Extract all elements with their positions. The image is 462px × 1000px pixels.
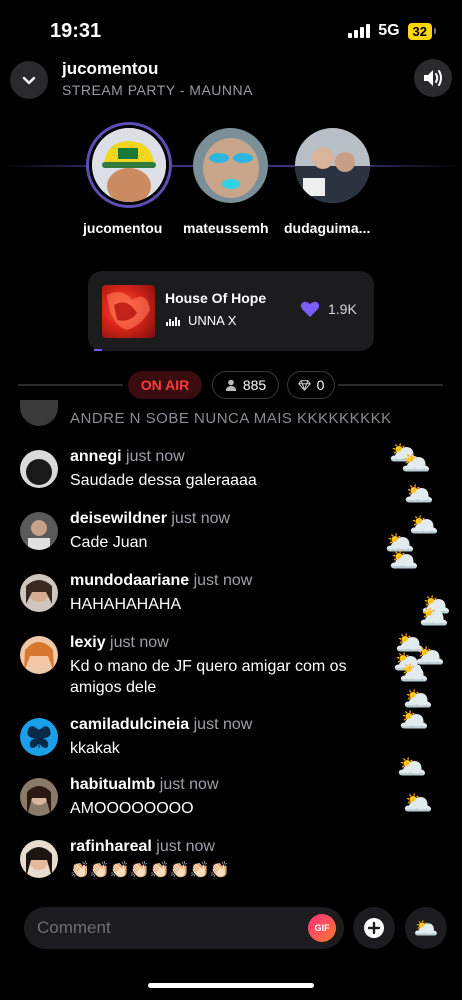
- status-bar: 19:31 5G 32: [0, 0, 462, 60]
- comment-placeholder: Comment: [37, 918, 111, 937]
- track-title: House Of Hope: [165, 290, 267, 306]
- person-icon: [225, 379, 237, 391]
- avatar: [92, 128, 166, 202]
- message-text: Cade Juan: [70, 534, 148, 551]
- message-author[interactable]: rafinhareal just now: [70, 838, 215, 856]
- like-button[interactable]: 1.9K: [300, 300, 357, 318]
- avatar[interactable]: [20, 778, 58, 816]
- message-author[interactable]: habitualmb just now: [70, 776, 219, 794]
- comment-input[interactable]: Comment GIF: [24, 907, 344, 949]
- chevron-down-icon: [22, 76, 36, 85]
- signal-icon: [348, 24, 371, 38]
- diamond-icon: [297, 379, 311, 391]
- avatar[interactable]: [20, 718, 58, 756]
- plus-circle-icon: [364, 918, 384, 938]
- guest-name: mateussemh: [183, 220, 269, 236]
- message-text: kkakak: [70, 740, 120, 757]
- listener-count: 885: [242, 377, 267, 393]
- cloud-reaction-icon: 🌥️: [389, 547, 419, 574]
- message-text: AMOOOOOOOO: [70, 800, 194, 817]
- chat-feed[interactable]: ANDRE N SOBE NUNCA MAIS KKKKKKKKK annegi…: [0, 400, 462, 890]
- message-text-faded: ANDRE N SOBE NUNCA MAIS KKKKKKKKK: [70, 410, 392, 427]
- message-author[interactable]: lexiy just now: [70, 634, 169, 652]
- avatar[interactable]: [20, 450, 58, 488]
- avatar[interactable]: [20, 512, 58, 550]
- listener-count-pill[interactable]: 885: [212, 371, 279, 399]
- track-progress: [94, 349, 102, 351]
- message-author[interactable]: annegi just now: [70, 448, 185, 466]
- gif-button[interactable]: GIF: [308, 914, 336, 942]
- heart-icon: [300, 301, 320, 317]
- message-text: 👏🏻👏🏻👏🏻👏🏻👏🏻👏🏻👏🏻👏🏻: [70, 862, 230, 879]
- speaker-icon: [424, 70, 442, 86]
- avatar: [20, 400, 58, 426]
- gems-count: 0: [316, 377, 325, 393]
- equalizer-icon: [166, 317, 180, 326]
- guest-name: jucomentou: [83, 220, 163, 236]
- add-button[interactable]: [353, 907, 395, 949]
- avatar: [295, 128, 370, 203]
- avatar[interactable]: [20, 636, 58, 674]
- collapse-button[interactable]: [10, 61, 48, 99]
- message-author[interactable]: deisewildner just now: [70, 510, 230, 528]
- message-text: HAHAHAHAHA: [70, 596, 182, 613]
- guest-name: dudaguima...: [284, 220, 371, 236]
- message-author[interactable]: mundodaariane just now: [70, 572, 252, 590]
- cloud-reaction-icon: 🌥️: [401, 450, 431, 477]
- guest-host[interactable]: [86, 122, 172, 208]
- message-text: Saudade dessa galeraaaa: [70, 472, 257, 489]
- host-name: jucomentou: [62, 59, 159, 78]
- status-indicators: 5G 32: [348, 22, 437, 40]
- network-label: 5G: [378, 22, 400, 39]
- message-author[interactable]: camiladulcineia just now: [70, 716, 252, 734]
- avatar-ring: [86, 122, 172, 208]
- avatar[interactable]: [20, 840, 58, 878]
- cloud-reaction-icon: 🌥️: [397, 754, 427, 781]
- avatar[interactable]: [20, 574, 58, 612]
- party-title: STREAM PARTY - MAUNNA: [62, 82, 253, 98]
- clock: 19:31: [50, 20, 102, 42]
- cloud-reaction-icon: 🌥️: [419, 604, 449, 631]
- home-indicator: [148, 983, 314, 988]
- track-artist: UNNA X: [188, 313, 237, 328]
- cloud-reaction-icon: 🌥️: [403, 790, 433, 817]
- divider: [338, 384, 443, 386]
- divider: [18, 384, 123, 386]
- cloud-reaction-icon: 🌥️: [399, 707, 429, 734]
- now-playing-card[interactable]: House Of Hope UNNA X 1.9K: [88, 271, 374, 351]
- sound-button[interactable]: [414, 59, 452, 97]
- gems-pill[interactable]: 0: [287, 371, 335, 399]
- reaction-button[interactable]: 🌥️: [405, 907, 447, 949]
- on-air-badge: ON AIR: [128, 371, 202, 399]
- cloud-reaction-icon: 🌥️: [399, 660, 429, 687]
- cloud-reaction-icon: 🌥️: [404, 481, 434, 508]
- battery-icon: 32: [407, 22, 437, 40]
- message-text: Kd o mano de JF quero amigar com os amig…: [70, 658, 347, 696]
- guest-3[interactable]: [295, 128, 370, 203]
- like-count: 1.9K: [328, 301, 357, 317]
- avatar: [193, 128, 268, 203]
- album-art: [102, 285, 155, 338]
- guest-2[interactable]: [193, 128, 268, 203]
